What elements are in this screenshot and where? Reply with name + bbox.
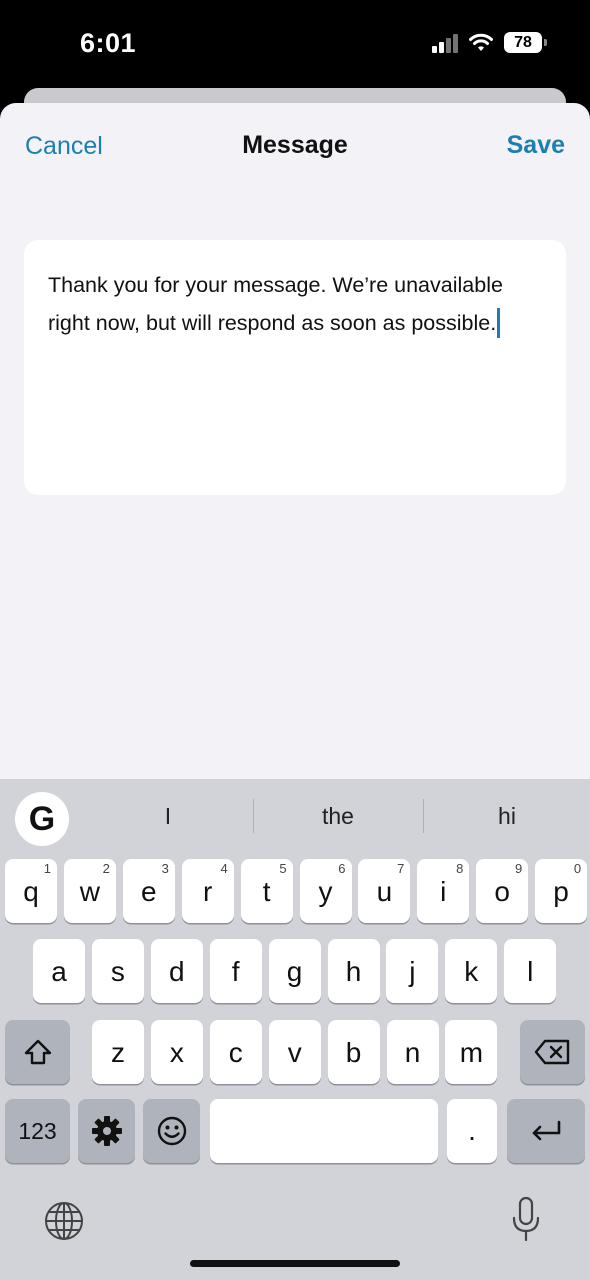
key-b[interactable]: b (327, 1020, 380, 1084)
suggestion-3[interactable]: hi (427, 803, 587, 830)
globe-button[interactable] (40, 1197, 88, 1245)
page-title: Message (242, 131, 348, 159)
key-q[interactable]: 1q (5, 859, 57, 923)
key-label: a (51, 956, 67, 987)
key-label: x (169, 1037, 184, 1068)
key-j[interactable]: j (386, 939, 439, 1003)
key-number-hint: 0 (573, 861, 582, 876)
status-time: 6:01 (80, 28, 137, 58)
key-m[interactable]: m (445, 1020, 498, 1084)
suggestion-divider (253, 799, 254, 833)
key-number-hint: 7 (397, 861, 405, 876)
key-label: e (141, 876, 157, 907)
key-z[interactable]: z (92, 1020, 144, 1084)
emoji-icon (157, 1116, 186, 1146)
key-i[interactable]: 8i (417, 859, 470, 923)
key-label: z (111, 1037, 125, 1068)
battery-icon: 78 (504, 32, 547, 53)
numbers-key[interactable]: 123 (5, 1099, 70, 1163)
key-label: j (409, 956, 416, 987)
status-icons: 78 (432, 32, 547, 53)
return-icon (532, 1120, 561, 1141)
key-x[interactable]: x (150, 1020, 203, 1084)
save-button[interactable]: Save (507, 131, 565, 160)
key-label: r (203, 876, 213, 907)
period-key[interactable]: . (447, 1099, 497, 1163)
wifi-icon (469, 33, 493, 51)
keyboard: G I the hi 1q2w3e4r5t6y7u8i9o0p asdfghjk… (0, 779, 590, 1280)
backspace-key[interactable] (520, 1020, 585, 1084)
key-number-hint: 5 (279, 861, 287, 876)
key-label: g (286, 956, 303, 987)
key-label: k (464, 956, 479, 987)
key-label: m (459, 1037, 484, 1068)
key-label: w (79, 876, 100, 907)
key-h[interactable]: h (327, 939, 380, 1003)
key-number-hint: 3 (161, 861, 169, 876)
gear-icon (91, 1116, 122, 1146)
key-label: l (527, 956, 534, 987)
key-v[interactable]: v (268, 1020, 321, 1084)
dictation-button[interactable] (502, 1193, 550, 1245)
key-label: q (23, 876, 39, 907)
key-w[interactable]: 2w (63, 859, 116, 923)
microphone-icon (512, 1196, 540, 1242)
shift-icon (24, 1039, 51, 1065)
key-n[interactable]: n (386, 1020, 439, 1084)
return-key[interactable] (507, 1099, 585, 1163)
emoji-key[interactable] (143, 1099, 200, 1163)
key-label: u (376, 876, 393, 907)
key-p[interactable]: 0p (535, 859, 588, 923)
google-logo-button[interactable]: G (15, 792, 69, 846)
key-e[interactable]: 3e (122, 859, 175, 923)
key-k[interactable]: k (445, 939, 498, 1003)
key-label: p (553, 876, 569, 907)
key-g[interactable]: g (268, 939, 321, 1003)
space-key[interactable] (210, 1099, 438, 1163)
key-u[interactable]: 7u (358, 859, 411, 923)
key-number-hint: 8 (456, 861, 464, 876)
suggestion-1[interactable]: I (88, 803, 248, 830)
status-bar: 6:01 78 (0, 0, 590, 90)
key-label: h (345, 956, 362, 987)
cellular-signal-icon (432, 33, 458, 53)
suggestion-bar: G I the hi (0, 779, 590, 859)
keyboard-settings-key[interactable] (78, 1099, 135, 1163)
message-text: Thank you for your message. We’re unavai… (48, 273, 503, 335)
key-number-hint: 2 (102, 861, 110, 876)
key-label: i (440, 876, 447, 907)
key-label: f (231, 956, 240, 987)
key-o[interactable]: 9o (476, 859, 529, 923)
key-label: c (228, 1037, 243, 1068)
text-cursor (497, 308, 501, 338)
home-indicator (190, 1260, 400, 1267)
key-number-hint: 9 (514, 861, 523, 876)
key-f[interactable]: f (209, 939, 262, 1003)
suggestion-2[interactable]: the (258, 803, 418, 830)
key-number-hint: 4 (220, 861, 228, 876)
key-l[interactable]: l (504, 939, 557, 1003)
shift-key[interactable] (5, 1020, 70, 1084)
key-number-hint: 6 (338, 861, 346, 876)
message-text-area[interactable]: Thank you for your message. We’re unavai… (24, 240, 566, 495)
key-label: n (404, 1037, 421, 1068)
key-label: o (494, 876, 510, 907)
key-t[interactable]: 5t (240, 859, 293, 923)
key-number-hint: 1 (43, 861, 51, 876)
key-label: b (345, 1037, 362, 1068)
key-y[interactable]: 6y (299, 859, 352, 923)
key-label: v (287, 1037, 302, 1068)
globe-icon (45, 1202, 83, 1240)
key-s[interactable]: s (91, 939, 144, 1003)
suggestion-divider (423, 799, 424, 833)
key-c[interactable]: c (209, 1020, 262, 1084)
backspace-icon (534, 1039, 569, 1065)
key-a[interactable]: a (33, 939, 85, 1003)
key-r[interactable]: 4r (181, 859, 234, 923)
key-label: t (262, 876, 271, 907)
key-label: s (110, 956, 125, 987)
key-label: d (169, 956, 185, 987)
key-label: y (318, 876, 333, 907)
key-d[interactable]: d (150, 939, 203, 1003)
